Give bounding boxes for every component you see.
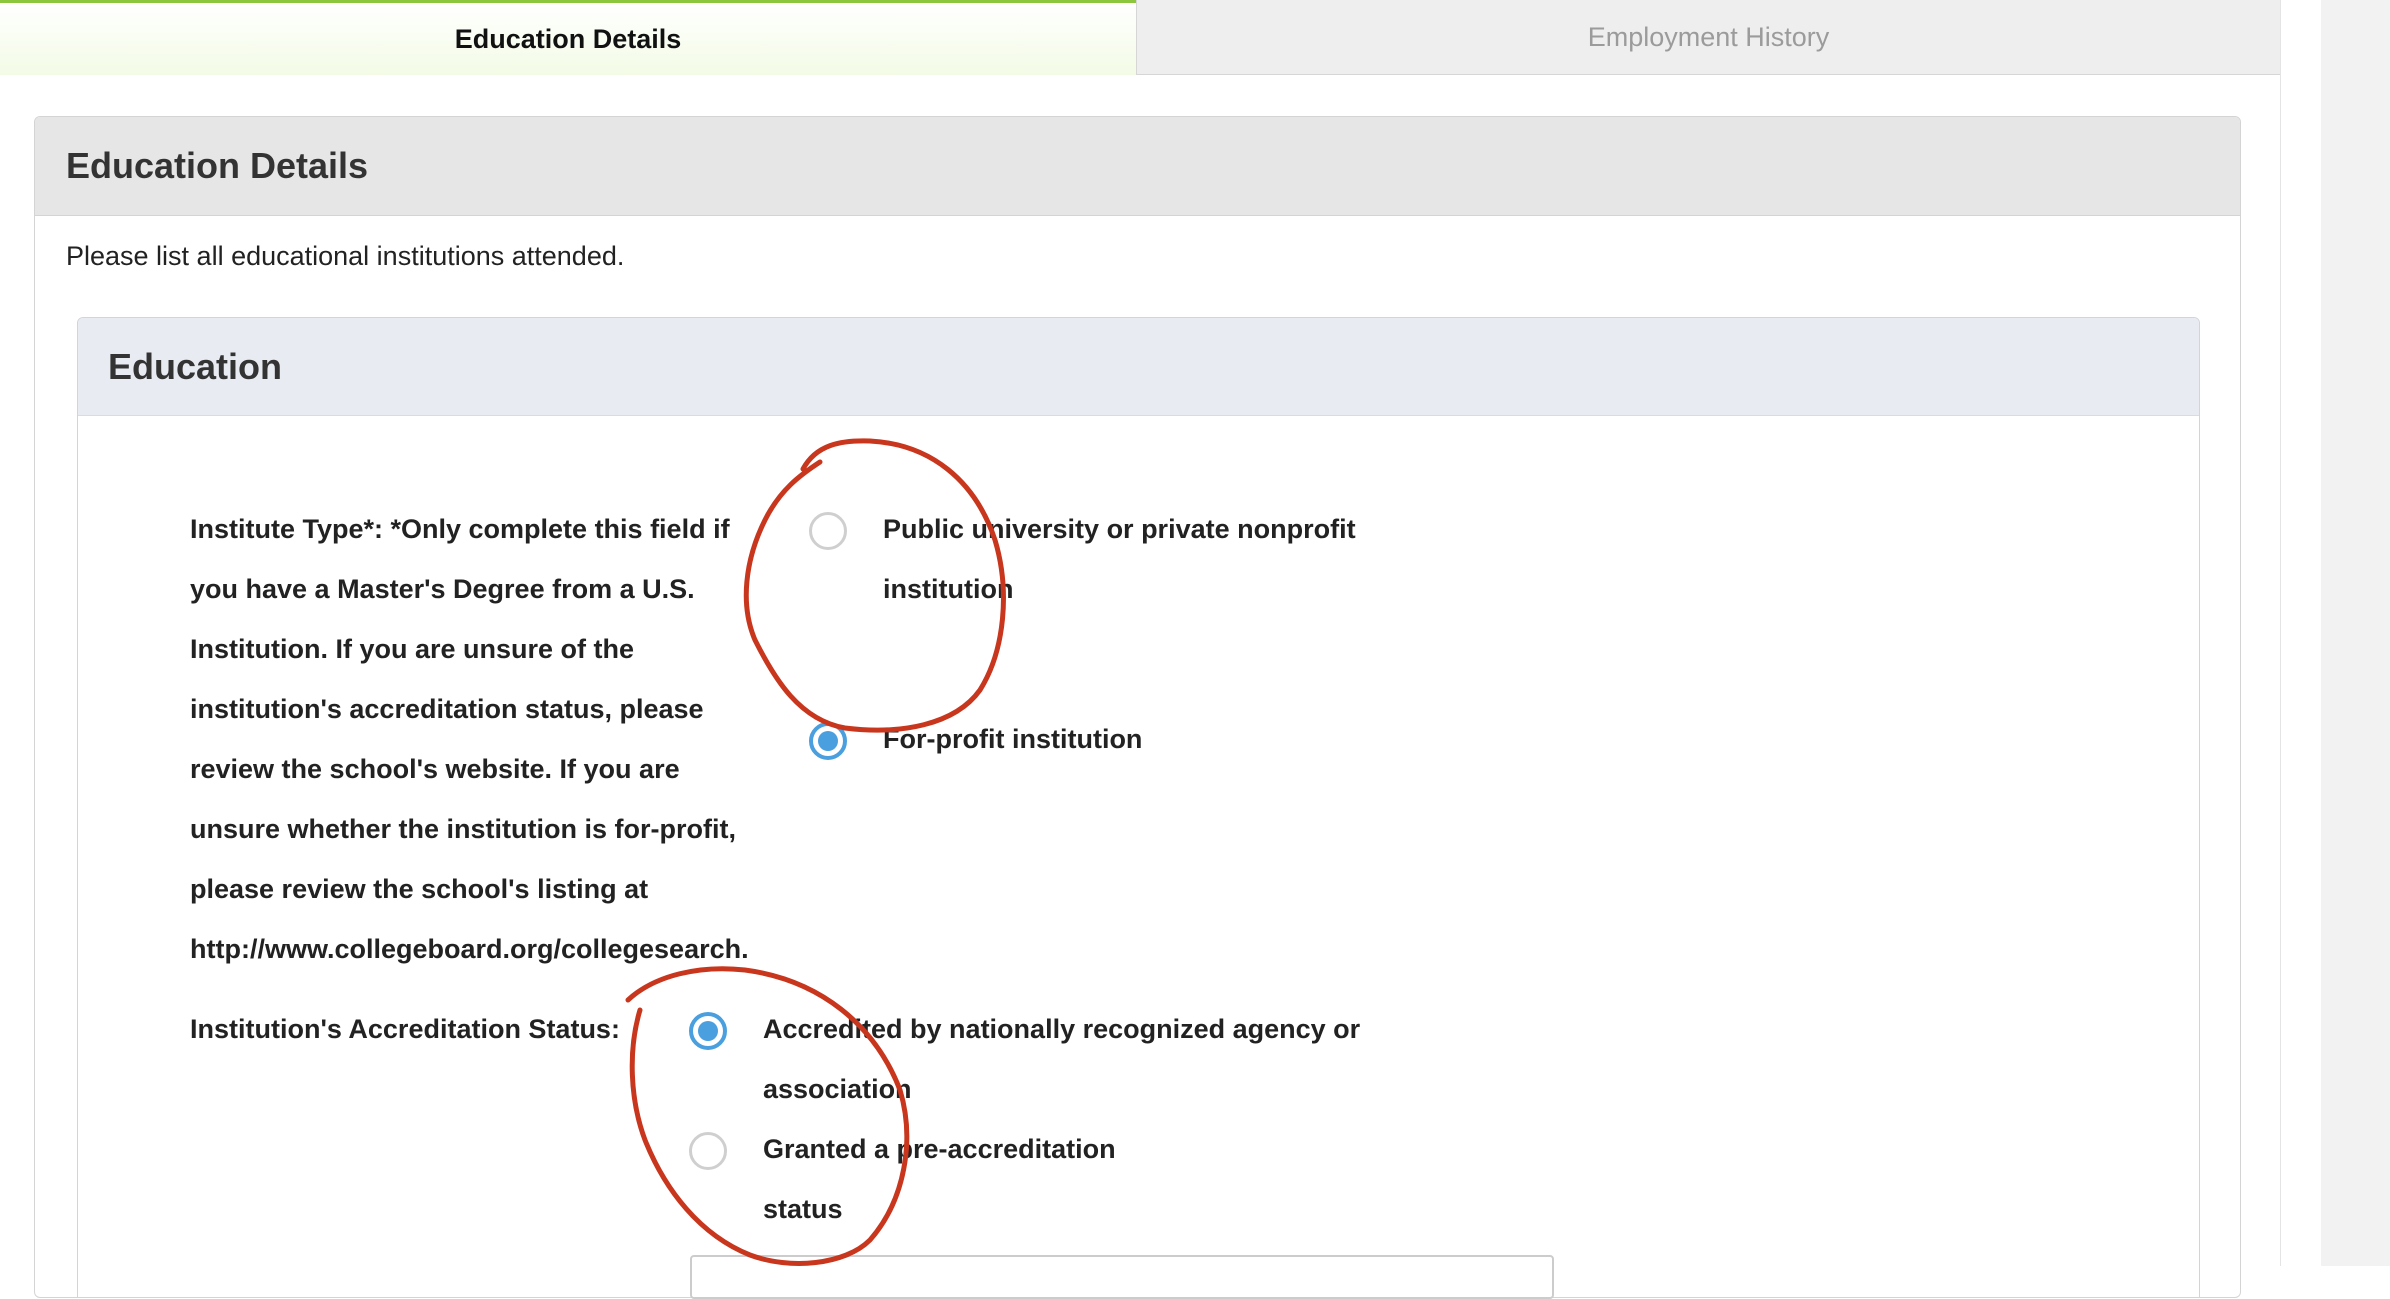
option-line: institution — [883, 574, 1014, 604]
option-line: association — [763, 1074, 912, 1104]
tab-label: Employment History — [1587, 21, 1830, 52]
label-line: http://www.collegeboard.org/collegesearc… — [190, 934, 749, 964]
next-field-input[interactable] — [690, 1255, 1554, 1299]
radio-accredited[interactable] — [689, 1012, 727, 1050]
institute-type-label: Institute Type*: *Only complete this fie… — [190, 499, 749, 979]
scrollbar-track[interactable] — [2321, 0, 2390, 1266]
option-line: Granted a pre-accreditation — [763, 1134, 1116, 1164]
tab-label: Education Details — [454, 23, 682, 54]
option-line: status — [763, 1194, 843, 1224]
radio-public-nonprofit[interactable] — [809, 512, 847, 550]
label-line: unsure whether the institution is for-pr… — [190, 814, 736, 844]
label-line: Institution. If you are unsure of the — [190, 634, 635, 664]
tab-employment-history[interactable]: Employment History — [1136, 0, 2280, 75]
subpanel-title: Education — [78, 318, 2199, 416]
option-public-nonprofit-label[interactable]: Public university or private nonprofit i… — [883, 499, 1356, 619]
option-line: Accredited by nationally recognized agen… — [763, 1014, 1361, 1044]
intro-text: Please list all educational institutions… — [66, 241, 625, 271]
option-line: Public university or private nonprofit — [883, 514, 1356, 544]
scroll-gutter — [2280, 0, 2321, 1266]
application-page: Education Details Employment History Edu… — [0, 0, 2280, 1299]
accreditation-status-label: Institution's Accreditation Status: — [190, 1014, 620, 1044]
tab-education-details[interactable]: Education Details — [0, 0, 1136, 75]
label-line: institution's accreditation status, plea… — [190, 694, 704, 724]
option-for-profit-label[interactable]: For-profit institution — [883, 709, 1142, 769]
panel-title: Education Details — [35, 117, 2240, 216]
radio-for-profit[interactable] — [809, 722, 847, 760]
option-accredited-label[interactable]: Accredited by nationally recognized agen… — [763, 999, 1360, 1119]
education-details-panel: Education Details Please list all educat… — [34, 116, 2241, 1298]
radio-pre-accreditation[interactable] — [689, 1132, 727, 1170]
education-subpanel: Education Institute Type*: *Only complet… — [77, 317, 2200, 1297]
label-line: please review the school's listing at — [190, 874, 649, 904]
label-line: review the school's website. If you are — [190, 754, 680, 784]
option-pre-accreditation-label[interactable]: Granted a pre-accreditation status — [763, 1119, 1116, 1239]
label-line: Institute Type*: *Only complete this fie… — [190, 514, 730, 544]
option-line: For-profit institution — [883, 724, 1143, 754]
label-line: you have a Master's Degree from a U.S. — [190, 574, 695, 604]
